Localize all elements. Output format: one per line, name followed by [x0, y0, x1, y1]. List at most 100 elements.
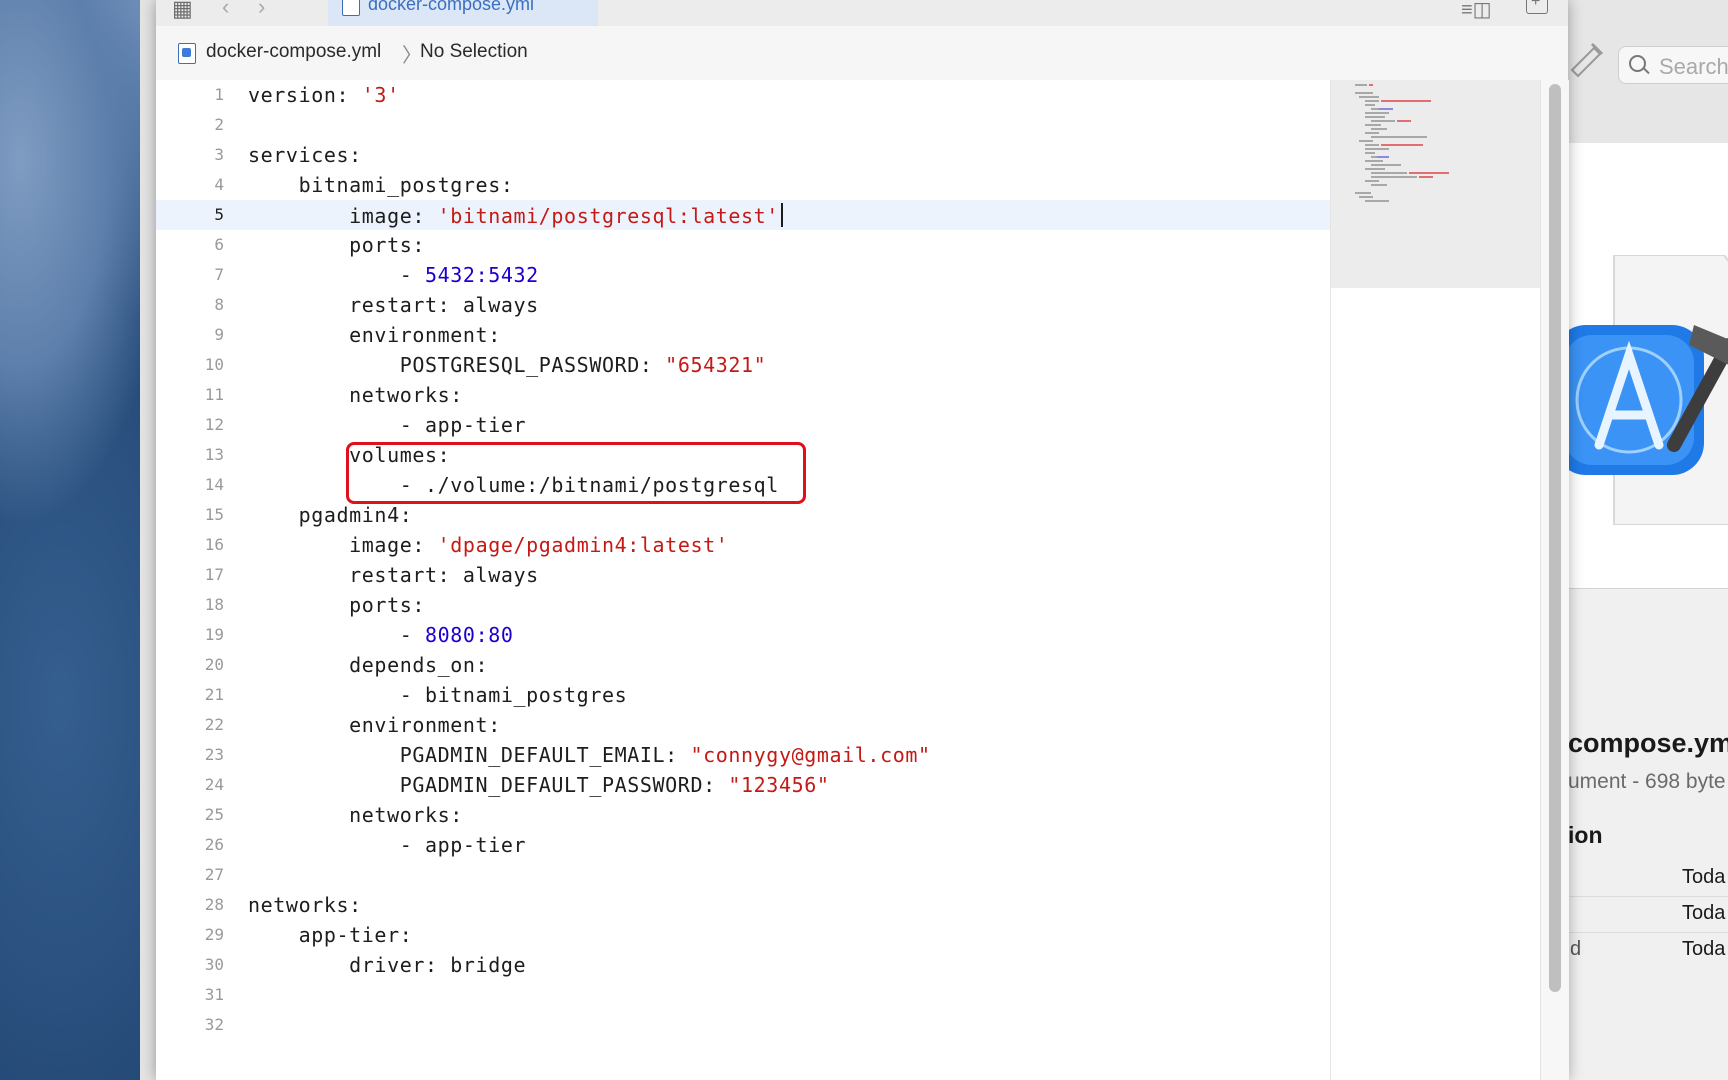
code-line[interactable]: 17 restart: always — [156, 560, 1330, 590]
code-line[interactable]: 8 restart: always — [156, 290, 1330, 320]
code-line[interactable]: 26 - app-tier — [156, 830, 1330, 860]
code-editor[interactable]: 32 31 30 driver: bridge 29 app-tier: 28 netwo… — [156, 80, 1330, 1080]
line-number: 12 — [204, 415, 224, 434]
code-line[interactable]: 7 - 5432:5432 — [156, 260, 1330, 290]
code-text: bitnami_postgres: — [248, 173, 513, 197]
line-number: 17 — [204, 565, 224, 584]
code-line[interactable]: 20 depends_on: — [156, 650, 1330, 680]
code-text: depends_on: — [248, 653, 488, 677]
search-icon — [1629, 55, 1646, 72]
file-inspector-panel: Search compose.ym ument - 698 byte ion T… — [1566, 0, 1728, 1080]
back-arrow-icon[interactable]: ‹ — [222, 0, 229, 18]
code-line[interactable]: 28 networks: — [156, 890, 1330, 920]
info-row: Toda — [1566, 896, 1728, 933]
add-editor-icon[interactable] — [1526, 0, 1548, 14]
build-tool-icon[interactable] — [1568, 40, 1604, 88]
line-number: 23 — [204, 745, 224, 764]
code-text: - bitnami_postgres — [248, 683, 627, 707]
code-line[interactable]: 24 PGADMIN_DEFAULT_PASSWORD: "123456" — [156, 770, 1330, 800]
breadcrumb-selection[interactable]: No Selection — [420, 41, 528, 63]
code-text: environment: — [248, 713, 501, 737]
code-text: networks: — [248, 383, 463, 407]
code-key: app-tier: — [298, 923, 413, 947]
line-number: 20 — [204, 655, 224, 674]
code-line[interactable]: 10 POSTGRESQL_PASSWORD: "654321" — [156, 350, 1330, 380]
annotation-highlight-box — [346, 442, 806, 504]
line-number: 5 — [214, 205, 224, 224]
minimap-viewport[interactable] — [1331, 80, 1541, 288]
code-text: driver: bridge — [248, 953, 526, 977]
line-number: 32 — [204, 1015, 224, 1034]
tab-bar: ▦ ‹ › docker-compose.yml ≡◫ — [156, 0, 1568, 28]
code-line[interactable]: 4 bitnami_postgres: — [156, 170, 1330, 200]
code-line[interactable]: 21 - bitnami_postgres — [156, 680, 1330, 710]
tab-docker-compose[interactable]: docker-compose.yml — [328, 0, 598, 28]
code-line[interactable]: 12 - app-tier — [156, 410, 1330, 440]
code-line[interactable]: 30 driver: bridge — [156, 950, 1330, 980]
info-row-value: Toda — [1682, 902, 1726, 924]
grid-view-icon[interactable]: ▦ — [172, 0, 193, 20]
breadcrumb-file[interactable]: docker-compose.yml — [206, 41, 381, 63]
code-line[interactable]: 18 ports: — [156, 590, 1330, 620]
code-key: - — [399, 623, 425, 647]
search-field[interactable]: Search — [1618, 46, 1728, 84]
code-text: - app-tier — [248, 413, 526, 437]
code-text: - 5432:5432 — [248, 263, 539, 287]
code-text: PGADMIN_DEFAULT_PASSWORD: "123456" — [248, 773, 830, 797]
code-line[interactable]: 19 - 8080:80 — [156, 620, 1330, 650]
code-text: - app-tier — [248, 833, 526, 857]
code-line[interactable]: 5 image: 'bitnami/postgresql:latest' — [156, 200, 1330, 230]
line-number: 16 — [204, 535, 224, 554]
code-line[interactable]: 27 — [156, 860, 1330, 890]
code-line[interactable]: 32 — [156, 1010, 1330, 1040]
code-line[interactable]: 3 services: — [156, 140, 1330, 170]
code-text: networks: — [248, 893, 362, 917]
line-number: 29 — [204, 925, 224, 944]
code-line[interactable]: 23 PGADMIN_DEFAULT_EMAIL: "connygy@gmail… — [156, 740, 1330, 770]
code-key: environment: — [349, 323, 501, 347]
code-line[interactable]: 11 networks: — [156, 380, 1330, 410]
line-number: 28 — [204, 895, 224, 914]
code-line[interactable]: 9 environment: — [156, 320, 1330, 350]
line-number: 6 — [214, 235, 224, 254]
line-number: 13 — [204, 445, 224, 464]
code-line[interactable]: 29 app-tier: — [156, 920, 1330, 950]
code-key: - app-tier — [399, 833, 527, 857]
code-key: restart: always — [349, 563, 539, 587]
code-line[interactable]: 6 ports: — [156, 230, 1330, 260]
minimap[interactable] — [1330, 80, 1541, 1080]
line-number: 14 — [204, 475, 224, 494]
line-number: 24 — [204, 775, 224, 794]
code-text: services: — [248, 143, 362, 167]
code-line[interactable]: 15 pgadmin4: — [156, 500, 1330, 530]
code-text: ports: — [248, 233, 425, 257]
code-line[interactable]: 31 — [156, 980, 1330, 1010]
editor-options-icon[interactable]: ≡◫ — [1461, 0, 1492, 22]
code-line[interactable]: 1 version: '3' — [156, 80, 1330, 110]
scrollbar-thumb[interactable] — [1549, 84, 1561, 992]
code-value: 8080:80 — [425, 623, 514, 647]
vertical-scrollbar[interactable] — [1540, 80, 1569, 1080]
code-line[interactable]: 22 environment: — [156, 710, 1330, 740]
line-number: 19 — [204, 625, 224, 644]
code-text: ports: — [248, 593, 425, 617]
code-key: services: — [248, 143, 362, 167]
inspector-toolbar: Search — [1566, 0, 1728, 144]
forward-arrow-icon[interactable]: › — [258, 0, 265, 18]
code-key: depends_on: — [349, 653, 489, 677]
info-row-value: Toda — [1682, 938, 1726, 960]
code-line[interactable]: 2 — [156, 110, 1330, 140]
code-line[interactable]: 25 networks: — [156, 800, 1330, 830]
code-value: '3' — [349, 83, 400, 107]
line-number: 15 — [204, 505, 224, 524]
code-line[interactable]: 16 image: 'dpage/pgadmin4:latest' — [156, 530, 1330, 560]
